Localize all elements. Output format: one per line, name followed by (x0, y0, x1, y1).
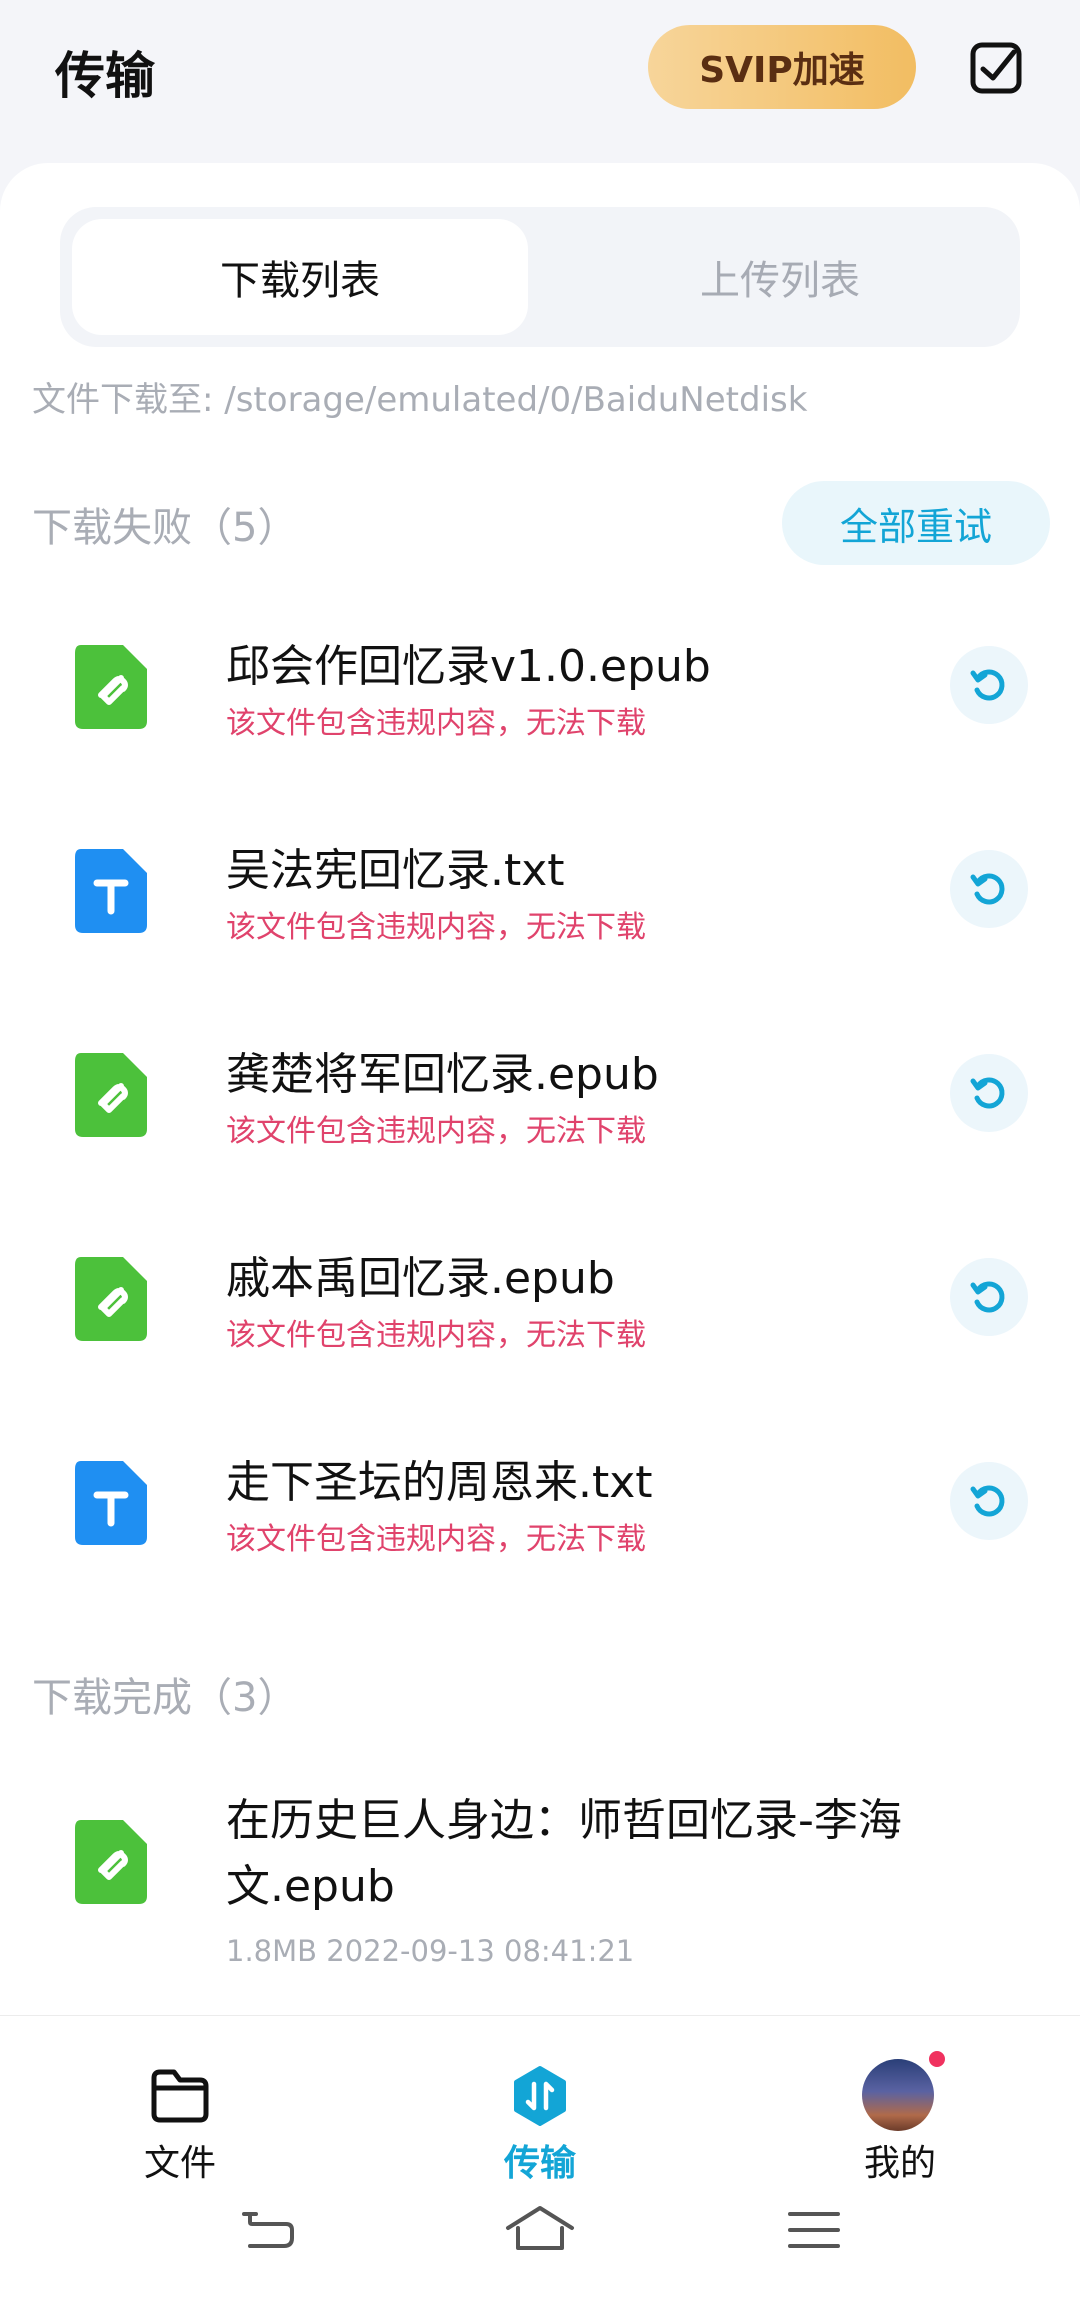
file-name: 戚本禹回忆录.epub (226, 1253, 615, 1304)
error-message: 该文件包含违规内容，无法下载 (226, 910, 646, 945)
notification-badge (926, 2048, 948, 2070)
retry-button[interactable] (950, 1258, 1028, 1336)
retry-button[interactable] (950, 646, 1028, 724)
error-message: 该文件包含违规内容，无法下载 (226, 1318, 646, 1353)
retry-icon (970, 1077, 1005, 1109)
epub-file-icon (75, 1053, 147, 1137)
done-section-title: 下载完成（3） (32, 1675, 298, 1721)
file-name: 吴法宪回忆录.txt (226, 845, 565, 896)
list-item[interactable]: 吴法宪回忆录.txt 该文件包含违规内容，无法下载 (0, 794, 1080, 984)
failed-section-title: 下载失败（5） (32, 505, 298, 551)
checkbox-edit-icon[interactable] (968, 40, 1024, 96)
retry-icon (970, 873, 1005, 905)
error-message: 该文件包含违规内容，无法下载 (226, 706, 646, 741)
nav-files-label: 文件 (143, 2143, 216, 2184)
avatar (862, 2059, 934, 2131)
retry-icon (970, 1485, 1005, 1517)
epub-file-icon (75, 1257, 147, 1341)
back-icon[interactable] (238, 2200, 298, 2260)
home-icon[interactable] (504, 2200, 576, 2260)
svip-boost-button[interactable]: SVIP加速 (648, 25, 916, 109)
file-name: 龚楚将军回忆录.epub (226, 1049, 659, 1100)
folder-icon (151, 2069, 209, 2123)
download-upload-tabs: 下载列表 上传列表 (60, 207, 1020, 347)
epub-file-icon (75, 1820, 147, 1904)
download-path: 文件下载至: /storage/emulated/0/BaiduNetdisk (32, 380, 808, 420)
nav-mine[interactable]: 我的 (800, 2044, 1000, 2184)
nav-transfer[interactable]: 传输 (440, 2044, 640, 2184)
list-item[interactable]: 龚楚将军回忆录.epub 该文件包含违规内容，无法下载 (0, 998, 1080, 1188)
menu-icon[interactable] (784, 2200, 844, 2260)
file-name: 走下圣坛的周恩来.txt (226, 1457, 653, 1508)
txt-file-icon (75, 849, 147, 933)
file-name: 邱会作回忆录v1.0.epub (226, 641, 711, 692)
transfer-icon (514, 2066, 566, 2126)
retry-icon (970, 1281, 1005, 1313)
file-name: 在历史巨人身边：师哲回忆录-李海文.epub (226, 1795, 902, 1912)
file-meta: 1.8MB 2022-09-13 08:41:21 (226, 1934, 635, 1968)
bottom-nav: 文件 传输 我的 (0, 2015, 1080, 2304)
list-item[interactable]: 戚本禹回忆录.epub 该文件包含违规内容，无法下载 (0, 1202, 1080, 1392)
epub-file-icon (75, 645, 147, 729)
error-message: 该文件包含违规内容，无法下载 (226, 1114, 646, 1149)
page-title: 传输 (55, 47, 155, 105)
retry-button[interactable] (950, 850, 1028, 928)
tab-download-list[interactable]: 下载列表 (72, 219, 528, 335)
list-item[interactable]: 走下圣坛的周恩来.txt 该文件包含违规内容，无法下载 (0, 1406, 1080, 1596)
retry-icon (970, 669, 1005, 701)
retry-all-button[interactable]: 全部重试 (782, 481, 1050, 565)
retry-button[interactable] (950, 1462, 1028, 1540)
txt-file-icon (75, 1461, 147, 1545)
list-item[interactable]: 邱会作回忆录v1.0.epub 该文件包含违规内容，无法下载 (0, 590, 1080, 780)
nav-mine-label: 我的 (863, 2143, 936, 2184)
nav-files[interactable]: 文件 (80, 2044, 280, 2184)
tab-upload-list[interactable]: 上传列表 (552, 219, 1008, 335)
error-message: 该文件包含违规内容，无法下载 (226, 1522, 646, 1557)
retry-button[interactable] (950, 1054, 1028, 1132)
nav-transfer-label: 传输 (503, 2143, 576, 2184)
app-header: 传输 SVIP加速 (0, 0, 1080, 165)
